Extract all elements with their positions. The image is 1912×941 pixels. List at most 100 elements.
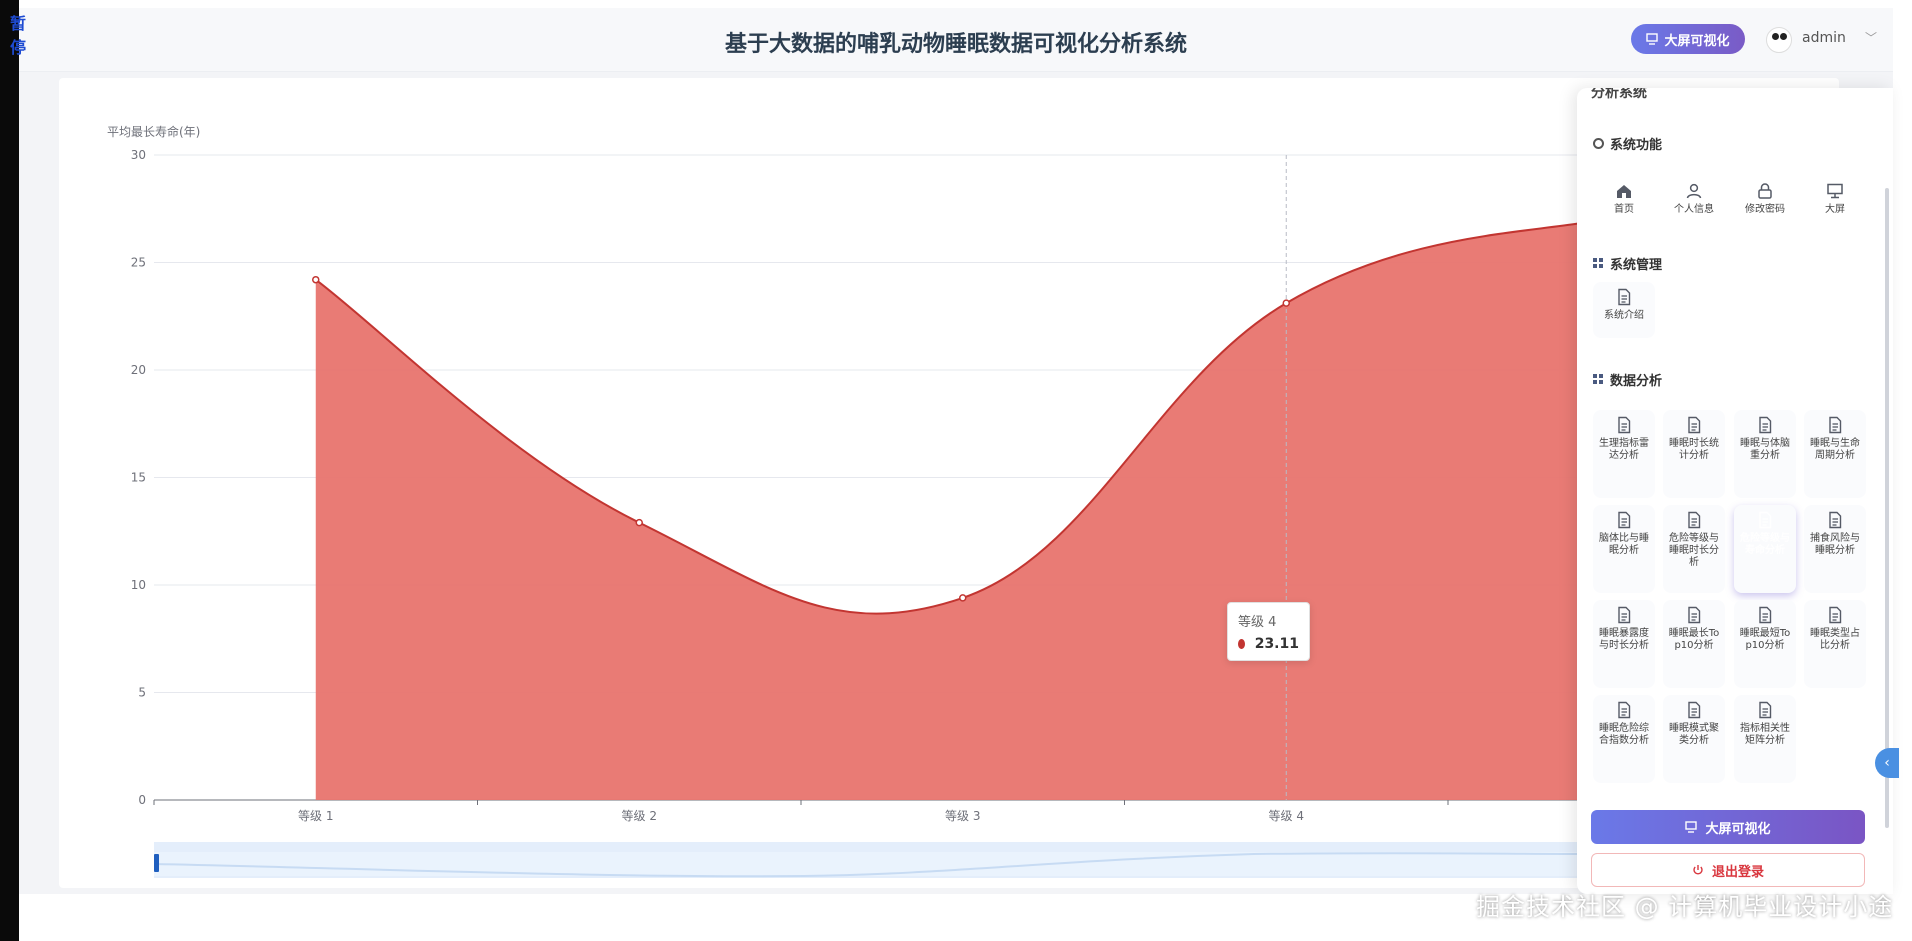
menu-item-label: 指标相关性矩阵分析 (1740, 723, 1790, 746)
menu-item[interactable]: 睡眠与体脑重分析 (1734, 410, 1796, 498)
document-icon (1618, 416, 1631, 434)
bigscreen-button-bottom-label: 大屏可视化 (1705, 821, 1771, 837)
document-icon (1759, 416, 1772, 434)
document-icon (1759, 511, 1772, 529)
document-icon (1618, 701, 1631, 719)
panel-partial-title: 分析系统 (1591, 88, 1647, 101)
menu-item[interactable]: 睡眠最长Top10分析 (1663, 600, 1725, 688)
section-title-text: 数据分析 (1610, 374, 1663, 389)
menu-item[interactable]: 首页 (1593, 176, 1655, 232)
avatar[interactable] (1766, 27, 1792, 53)
menu-item-label: 睡眠危险综合指数分析 (1599, 723, 1649, 746)
top-header: 基于大数据的哺乳动物睡眠数据可视化分析系统 大屏可视化 admin ﹀ (19, 8, 1893, 72)
document-icon (1829, 511, 1842, 529)
menu-item[interactable]: 睡眠模式聚类分析 (1663, 695, 1725, 783)
data-point[interactable] (312, 275, 320, 284)
menu-item[interactable]: 指标相关性矩阵分析 (1734, 695, 1796, 783)
menu-item-label: 首页 (1614, 204, 1634, 215)
y-tick-label: 10 (131, 578, 146, 592)
document-icon (1688, 701, 1701, 719)
chevron-down-icon[interactable]: ﹀ (1865, 29, 1877, 46)
lock-icon (1758, 183, 1772, 199)
tooltip-category: 等级 4 (1238, 615, 1277, 630)
tooltip-value: 23.11 (1254, 636, 1299, 652)
menu-item[interactable]: 睡眠危险综合指数分析 (1593, 695, 1655, 783)
y-tick-label: 25 (131, 256, 146, 270)
y-axis-label: 平均最长寿命(年) (107, 124, 200, 139)
data-zoom-window[interactable] (154, 852, 1590, 876)
panel-scrollbar[interactable] (1885, 188, 1889, 828)
document-icon (1618, 511, 1631, 529)
grid-icon (1593, 258, 1604, 269)
y-tick-label: 20 (131, 363, 146, 377)
menu-item[interactable]: 睡眠时长统计分析 (1663, 410, 1725, 498)
y-tick-label: 0 (138, 793, 146, 807)
data-point[interactable] (635, 518, 643, 527)
menu-item-label: 大屏 (1825, 204, 1845, 215)
menu-item-label: 修改密码 (1745, 204, 1785, 215)
document-icon (1618, 606, 1631, 624)
panel-collapse-handle[interactable]: ‹ (1875, 748, 1899, 778)
document-icon (1829, 416, 1842, 434)
tooltip-series-dot (1238, 639, 1245, 649)
menu-item[interactable]: 生理指标雷达分析 (1593, 410, 1655, 498)
y-tick-label: 5 (138, 686, 146, 700)
bigscreen-button-top[interactable]: 大屏可视化 (1631, 24, 1745, 54)
menu-item-label: 捕食风险与睡眠分析 (1810, 533, 1860, 556)
menu-item[interactable]: 脑体比与睡眠分析 (1593, 505, 1655, 593)
menu-item[interactable]: 系统介绍 (1593, 282, 1655, 338)
menu-item[interactable]: 捕食风险与睡眠分析 (1804, 505, 1866, 593)
document-icon (1618, 288, 1631, 306)
power-icon (1693, 865, 1703, 875)
section-title-system-functions: 系统功能 (1593, 134, 1662, 153)
area-fill (315, 217, 1610, 801)
data-point[interactable] (959, 594, 967, 602)
x-tick-label: 等级 4 (1269, 809, 1304, 823)
bigscreen-button-top-label: 大屏可视化 (1664, 33, 1730, 49)
logout-button-label: 退出登录 (1711, 864, 1764, 880)
menu-item[interactable]: 危险等级与睡眠时长分析 (1663, 505, 1725, 593)
chart-card: 平均最长寿命(年)051015202530等级 1等级 2等级 3等级 4等级 … (59, 78, 1839, 888)
menu-item-label: 个人信息 (1674, 204, 1714, 215)
section-title-system-management: 系统管理 (1593, 254, 1662, 273)
tooltip-row: 23.11 (1238, 636, 1299, 652)
menu-item[interactable]: 个人信息 (1663, 176, 1725, 232)
x-tick-label: 等级 1 (298, 809, 333, 823)
document-icon (1829, 606, 1842, 624)
page-title: 基于大数据的哺乳动物睡眠数据可视化分析系统 (724, 32, 1187, 57)
data-zoom-slider[interactable] (153, 842, 1591, 878)
y-tick-label: 15 (131, 471, 146, 485)
data-zoom-left-handle[interactable] (154, 854, 159, 872)
logout-button[interactable]: 退出登录 (1591, 853, 1865, 887)
x-tick-label: 等级 3 (945, 809, 980, 823)
menu-item-label: 睡眠类型占比分析 (1810, 628, 1860, 651)
section-title-text: 系统功能 (1610, 138, 1663, 153)
menu-item-label: 睡眠与体脑重分析 (1740, 438, 1790, 461)
document-icon (1688, 511, 1701, 529)
menu-item-label: 睡眠时长统计分析 (1669, 438, 1719, 461)
pause-label[interactable]: 暂停 (10, 10, 26, 58)
menu-item-label: 睡眠暴露度与时长分析 (1599, 628, 1649, 651)
menu-item-label: 睡眠最长Top10分析 (1668, 628, 1720, 651)
menu-item-label: 生理指标雷达分析 (1599, 438, 1649, 461)
side-menu-panel: 分析系统 系统功能 系统管理 数据分析 大屏可视化 退出登录 首页 个人信息 修… (1577, 88, 1893, 894)
menu-item-label: 系统介绍 (1604, 310, 1644, 321)
menu-item[interactable]: 睡眠类型占比分析 (1804, 600, 1866, 688)
menu-item[interactable]: 危险等级与寿命分析 (1734, 505, 1796, 593)
menu-item[interactable]: 修改密码 (1734, 176, 1796, 232)
user-name[interactable]: admin (1802, 30, 1846, 46)
menu-item[interactable]: 睡眠与生命周期分析 (1804, 410, 1866, 498)
menu-item[interactable]: 睡眠最短Top10分析 (1734, 600, 1796, 688)
area-chart: 平均最长寿命(年)051015202530等级 1等级 2等级 3等级 4等级 … (107, 124, 1839, 823)
menu-item[interactable]: 大屏 (1804, 176, 1866, 232)
menu-item-label: 睡眠最短Top10分析 (1739, 628, 1791, 651)
document-icon (1759, 701, 1772, 719)
menu-item-label: 睡眠与生命周期分析 (1810, 438, 1860, 461)
section-title-data-analysis: 数据分析 (1593, 370, 1662, 389)
data-point[interactable] (1282, 299, 1290, 307)
app-root: 平均最长寿命(年) 0 5 10 15 20 25 30 等级 1 等级 2 等级 3 等级 4 等级 … (0, 0, 1912, 941)
y-tick-label: 30 (131, 148, 146, 162)
menu-item[interactable]: 睡眠暴露度与时长分析 (1593, 600, 1655, 688)
watermark-text: 掘金技术社区 @ 计算机毕业设计小途 (1476, 893, 1894, 921)
bigscreen-button-bottom[interactable]: 大屏可视化 (1591, 810, 1865, 844)
